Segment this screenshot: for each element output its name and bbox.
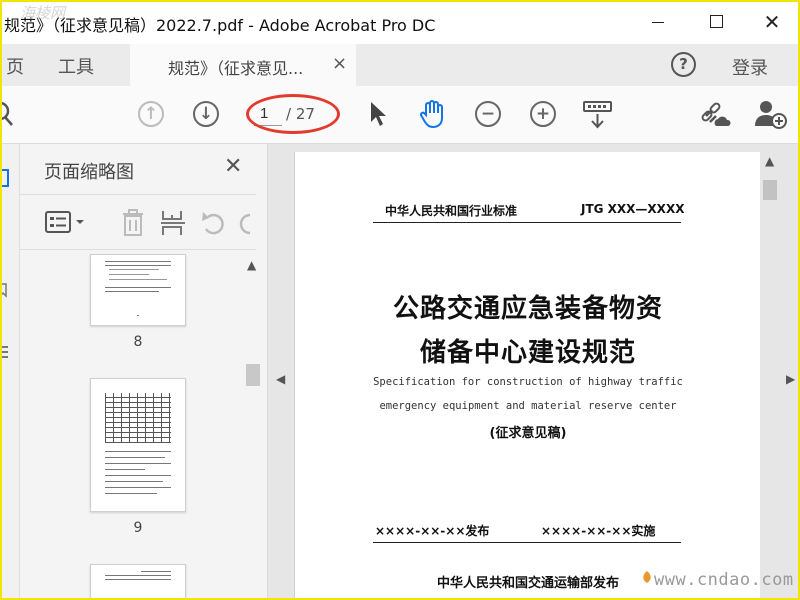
standard-number: JTG XXX—XXXX [581, 202, 685, 216]
pdf-page: 中华人民共和国行业标准 JTG XXX—XXXX 公路交通应急装备物资 储备中心… [294, 152, 760, 600]
window-title: 规范》（征求意见稿）2022.7.pdf - Adobe Acrobat Pro… [4, 16, 436, 35]
delete-page-icon[interactable] [120, 209, 146, 237]
close-panel-icon[interactable]: ✕ [224, 154, 242, 179]
scrollbar-thumb[interactable] [246, 364, 260, 386]
zoom-in-icon[interactable]: + [530, 101, 556, 127]
tab-bar: 页 工具 规范》（征求意见... × ? 登录 [0, 44, 800, 86]
english-title-line2: emergency equipment and material reserve… [379, 400, 677, 412]
scroll-up-icon[interactable]: ▲ [765, 154, 774, 168]
thumbnail-page-label: 8 [133, 334, 143, 350]
tab-tools[interactable]: 工具 [58, 53, 94, 79]
publish-date: ××××-××-××发布 [375, 524, 490, 538]
add-user-icon[interactable] [754, 98, 788, 130]
collapse-right-panel-icon[interactable]: ▶ [786, 372, 795, 386]
watermark-logo: 海棱网 [20, 4, 66, 22]
footer-rule [373, 542, 681, 543]
close-window-button[interactable]: ✕ [760, 10, 784, 34]
site-watermark: www.cndao.com [654, 570, 794, 590]
effective-date: ××××-××-××实施 [541, 524, 656, 538]
minimize-button[interactable] [646, 10, 670, 34]
rotate-right-icon[interactable] [238, 209, 256, 237]
page-thumbnail-8[interactable] [90, 254, 186, 326]
panel-toolbar [20, 194, 256, 250]
login-button[interactable]: 登录 [732, 54, 768, 80]
scroll-up-icon[interactable]: ▲ [247, 258, 256, 272]
header-rule [373, 222, 681, 223]
page-thumbnails-icon[interactable] [0, 168, 14, 188]
page-thumbnails-panel: 页面缩略图 ✕ 8 9 ▲ [20, 144, 268, 600]
document-viewport: 中华人民共和国行业标准 JTG XXX—XXXX 公路交通应急装备物资 储备中心… [268, 144, 800, 600]
thumbnail-scrollbar[interactable]: ▲ [244, 256, 262, 600]
tab-document[interactable]: 规范》（征求意见... × [130, 44, 356, 86]
scrollbar-thumb[interactable] [763, 180, 777, 200]
help-icon[interactable]: ? [671, 52, 696, 77]
next-page-icon[interactable]: ↓ [193, 101, 219, 127]
layers-icon[interactable] [0, 344, 12, 360]
page-thumbnail-9[interactable] [90, 378, 186, 512]
toolbar: ↑ ↓ / 27 − + [0, 86, 800, 144]
previous-page-icon[interactable]: ↑ [138, 101, 164, 127]
panel-title: 页面缩略图 [44, 162, 134, 183]
search-icon[interactable] [0, 100, 16, 128]
thumbnail-page-label: 9 [133, 520, 143, 536]
draft-label: (征求意见稿) [489, 426, 567, 441]
zoom-out-icon[interactable]: − [475, 101, 501, 127]
document-title-line1: 公路交通应急装备物资 [392, 294, 663, 324]
annotation-highlight-ellipse [246, 94, 340, 134]
share-link-icon[interactable] [700, 100, 732, 130]
left-navigation-rail [0, 144, 20, 600]
hand-tool-icon[interactable] [417, 98, 449, 130]
watermark-leaf-icon [643, 571, 651, 583]
options-menu-icon[interactable] [44, 209, 88, 235]
maximize-button[interactable] [704, 10, 728, 34]
tab-home[interactable]: 页 [6, 53, 24, 79]
collapse-left-panel-icon[interactable]: ◀ [276, 372, 285, 386]
page-thumbnail-10[interactable] [90, 564, 186, 600]
bookmarks-icon[interactable] [0, 282, 12, 298]
english-title-line1: Specification for construction of highwa… [373, 376, 683, 388]
document-scrollbar[interactable]: ▲ [760, 152, 780, 600]
extract-page-icon[interactable] [160, 209, 186, 237]
rotate-left-icon[interactable] [200, 209, 228, 237]
close-tab-icon[interactable]: × [332, 53, 347, 74]
title-bar: 规范》（征求意见稿）2022.7.pdf - Adobe Acrobat Pro… [0, 0, 800, 44]
document-tab-label: 规范》（征求意见... [168, 59, 304, 78]
standard-category: 中华人民共和国行业标准 [385, 204, 518, 218]
fit-page-icon[interactable] [582, 98, 614, 130]
select-cursor-icon[interactable] [368, 100, 388, 128]
document-title-line2: 储备中心建设规范 [419, 338, 636, 368]
